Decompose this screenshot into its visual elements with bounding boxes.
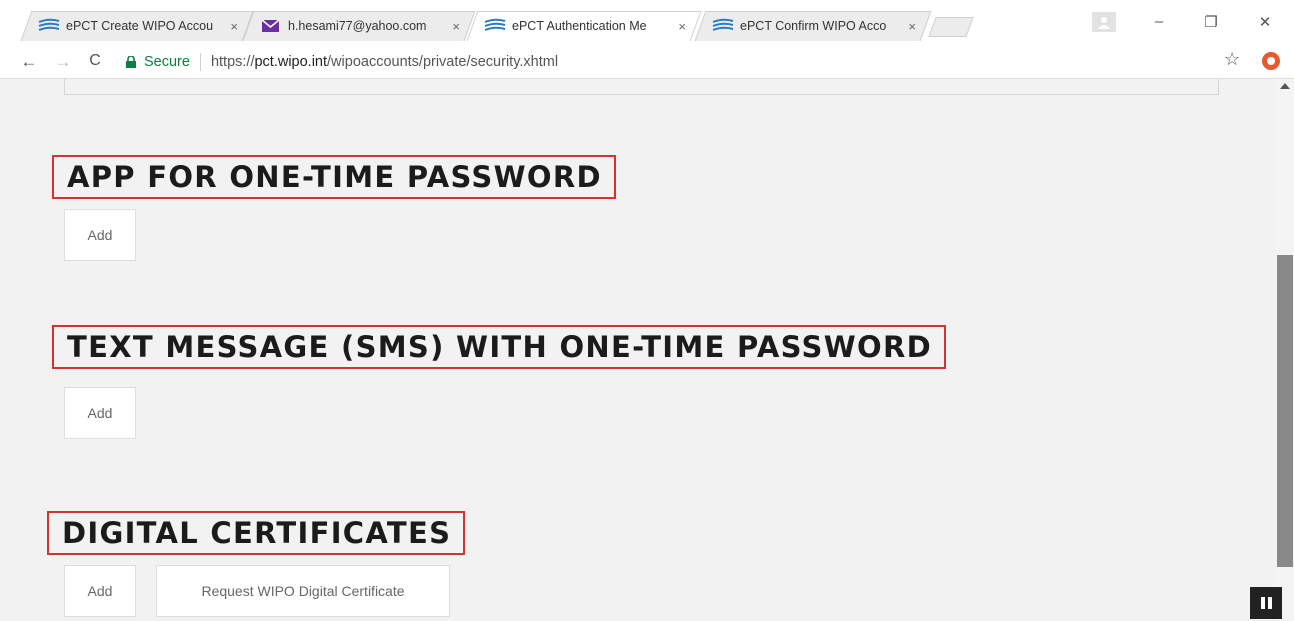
- secure-label: Secure: [144, 53, 190, 70]
- back-button[interactable]: ←: [18, 52, 40, 72]
- page-content: APP FOR ONE-TIME PASSWORD Add TEXT MESSA…: [0, 79, 1276, 621]
- reload-button[interactable]: C: [84, 52, 106, 70]
- mail-envelope-icon: [261, 19, 280, 32]
- tab-epct-confirm-account[interactable]: ePCT Confirm WIPO Acco ×: [694, 11, 932, 41]
- new-tab-button[interactable]: [928, 17, 974, 37]
- section-heading-digital-certificates: DIGITAL CERTIFICATES: [47, 511, 466, 555]
- section-heading-sms-otp: TEXT MESSAGE (SMS) WITH ONE-TIME PASSWOR…: [52, 325, 946, 369]
- person-icon: [1098, 17, 1110, 29]
- tab-close-icon[interactable]: ×: [678, 19, 686, 34]
- tab-epct-authentication[interactable]: ePCT Authentication Me ×: [466, 11, 702, 41]
- epct-stripes-icon: [38, 18, 60, 31]
- scroll-thumb[interactable]: [1277, 255, 1293, 567]
- add-digital-certificate-button[interactable]: Add: [64, 565, 136, 617]
- lock-icon: [126, 55, 136, 68]
- tab-strip: ePCT Create WIPO Accou × h.hesami77@yaho…: [0, 0, 1294, 46]
- address-bar[interactable]: Secure https://pct.wipo.int/wipoaccounts…: [116, 48, 1256, 75]
- tab-title: ePCT Authentication Me: [512, 19, 647, 33]
- add-sms-otp-button[interactable]: Add: [64, 387, 136, 439]
- tab-title: h.hesami77@yahoo.com: [288, 19, 427, 33]
- close-window-button[interactable]: ✕: [1250, 13, 1280, 31]
- tab-close-icon[interactable]: ×: [230, 19, 238, 34]
- epct-stripes-icon: [484, 18, 506, 31]
- tab-close-icon[interactable]: ×: [908, 19, 916, 34]
- pause-icon[interactable]: [1250, 587, 1282, 619]
- url-text: https://pct.wipo.int/wipoaccounts/privat…: [210, 53, 559, 70]
- minimize-button[interactable]: –: [1144, 13, 1174, 30]
- tab-close-icon[interactable]: ×: [452, 19, 460, 34]
- previous-section-panel: [64, 79, 1219, 95]
- tab-yahoo-mail[interactable]: h.hesami77@yahoo.com ×: [242, 11, 476, 41]
- tab-epct-create-account[interactable]: ePCT Create WIPO Accou ×: [20, 11, 254, 41]
- epct-stripes-icon: [712, 18, 734, 31]
- profile-button[interactable]: [1092, 12, 1116, 32]
- request-wipo-certificate-button[interactable]: Request WIPO Digital Certificate: [156, 565, 450, 617]
- omnibox-divider: [199, 52, 201, 71]
- section-heading-app-otp: APP FOR ONE-TIME PASSWORD: [52, 155, 616, 199]
- forward-button[interactable]: →: [52, 52, 74, 72]
- tab-title: ePCT Create WIPO Accou: [66, 19, 214, 33]
- add-app-otp-button[interactable]: Add: [64, 209, 136, 261]
- vertical-scrollbar[interactable]: [1276, 79, 1294, 621]
- scroll-up-arrow-icon[interactable]: [1280, 83, 1290, 89]
- bookmark-star-icon[interactable]: ☆: [1224, 49, 1240, 70]
- tab-title: ePCT Confirm WIPO Acco: [740, 19, 887, 33]
- restore-button[interactable]: ❐: [1196, 13, 1226, 31]
- extension-icon[interactable]: [1262, 52, 1280, 70]
